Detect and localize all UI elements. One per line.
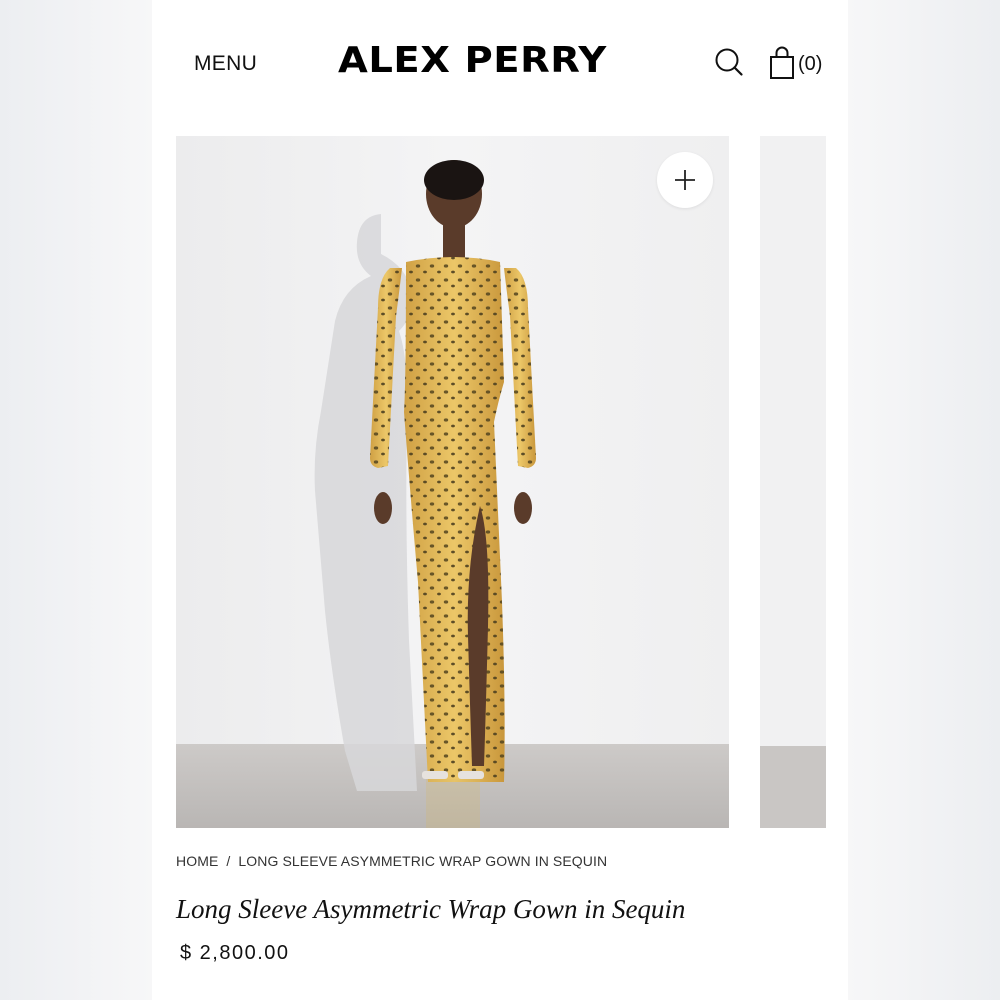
product-title: Long Sleeve Asymmetric Wrap Gown in Sequ… [176, 894, 686, 924]
model-photo [176, 136, 729, 828]
left-backdrop [0, 0, 152, 1000]
search-icon [715, 48, 743, 76]
zoom-button[interactable] [657, 152, 713, 208]
search-button[interactable] [714, 47, 744, 77]
breadcrumb-home-link[interactable]: HOME [176, 853, 218, 869]
shopping-bag-icon [770, 46, 794, 79]
cart-count: (0) [798, 52, 823, 75]
mobile-page: MENU ALEX PERRY (0) HOME / LONG SLEEVE A… [152, 0, 848, 1000]
breadcrumb: HOME / LONG SLEEVE ASYMMETRIC WRAP GOWN … [176, 853, 607, 869]
site-header: MENU ALEX PERRY (0) [152, 0, 848, 130]
next-product-image[interactable] [760, 136, 826, 828]
plus-icon [675, 170, 695, 190]
product-image[interactable] [176, 136, 729, 828]
menu-button[interactable]: MENU [194, 52, 257, 76]
breadcrumb-separator: / [226, 853, 231, 869]
right-backdrop [848, 0, 1000, 1000]
cart-button[interactable]: (0) [768, 46, 822, 80]
brand-logo[interactable]: ALEX PERRY [338, 40, 607, 81]
next-image-preview [760, 136, 826, 828]
product-gallery [176, 136, 848, 828]
product-price: $ 2,800.00 [180, 942, 290, 964]
breadcrumb-current: LONG SLEEVE ASYMMETRIC WRAP GOWN IN SEQU… [238, 853, 608, 869]
